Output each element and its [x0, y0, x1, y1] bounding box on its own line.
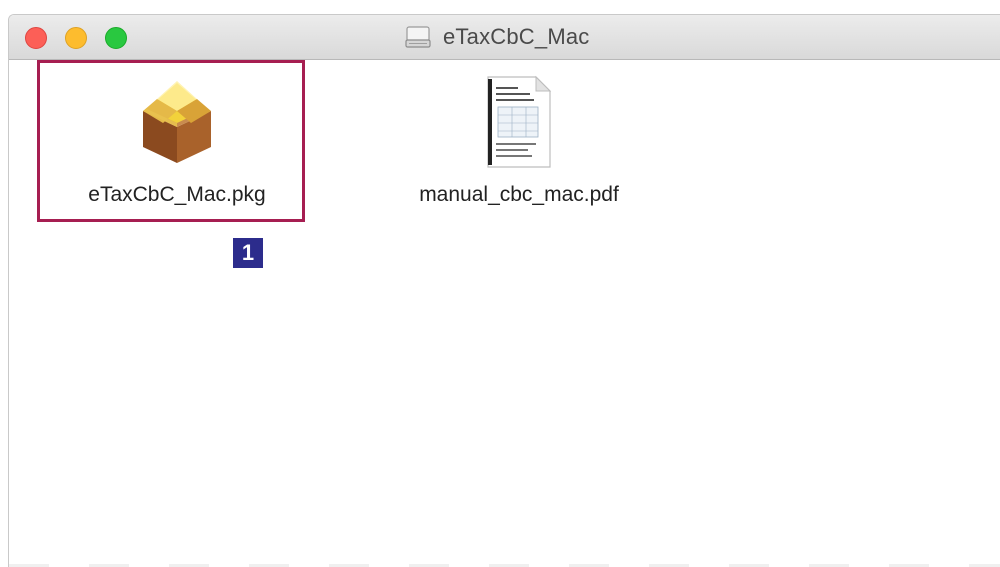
close-button[interactable]: [25, 27, 47, 49]
zoom-button[interactable]: [105, 27, 127, 49]
pdf-document-icon: [487, 75, 552, 168]
minimize-button[interactable]: [65, 27, 87, 49]
title-bar[interactable]: eTaxCbC_Mac: [9, 15, 1000, 60]
file-item-pdf[interactable]: manual_cbc_mac.pdf: [389, 75, 649, 235]
file-name-label: manual_cbc_mac.pdf: [419, 183, 619, 206]
disk-image-icon: [405, 26, 431, 48]
step-number-badge: 1: [233, 238, 263, 268]
finder-window: eTaxCbC_Mac eTaxCbC_Mac.pkg manual_cbc_m…: [8, 14, 1000, 567]
window-title: eTaxCbC_Mac: [443, 24, 590, 49]
package-icon: [143, 81, 211, 163]
file-item-pkg[interactable]: eTaxCbC_Mac.pkg: [47, 75, 307, 235]
window-title-group: eTaxCbC_Mac: [405, 23, 589, 51]
file-name-label: eTaxCbC_Mac.pkg: [88, 183, 266, 206]
